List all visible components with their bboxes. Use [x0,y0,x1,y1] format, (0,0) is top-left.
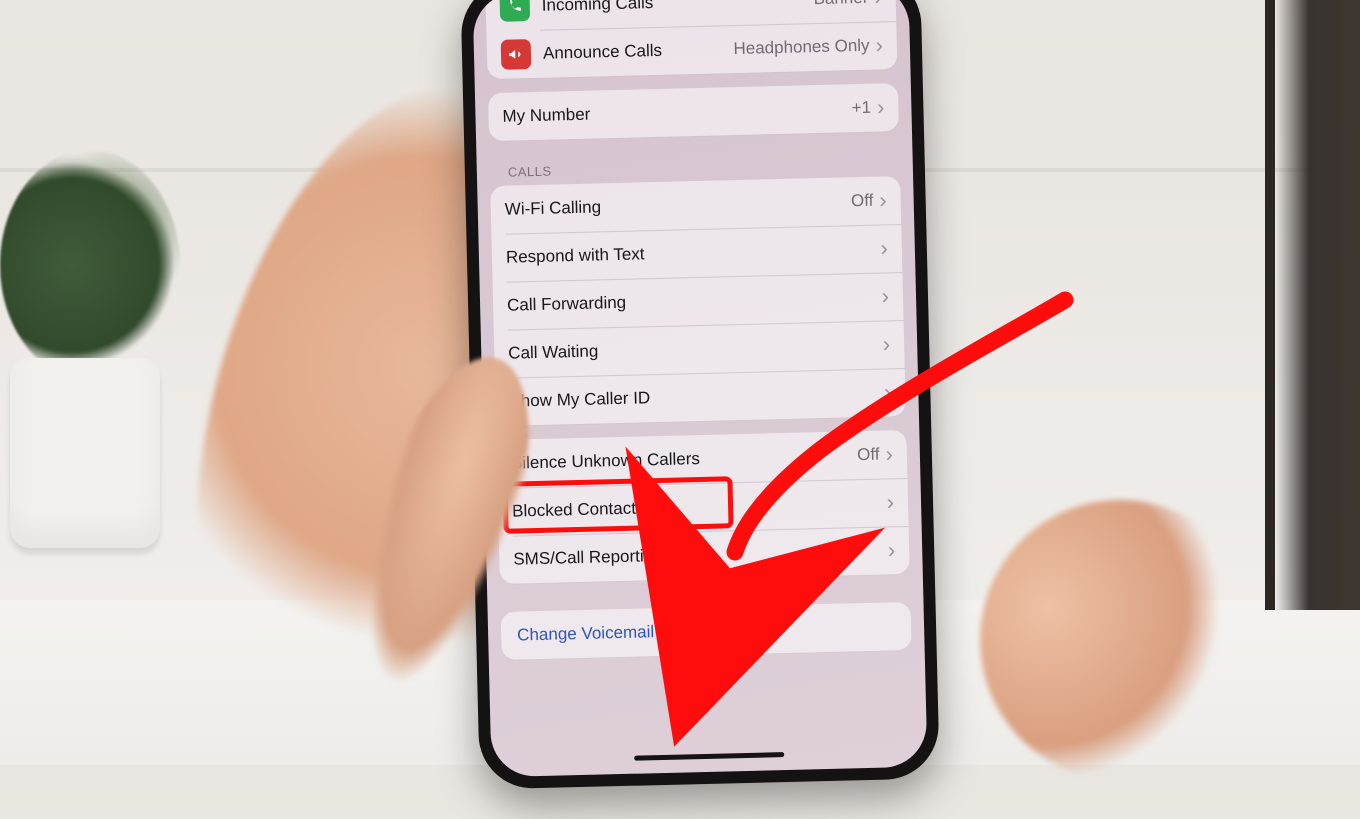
my-number-value: +1 [851,98,871,118]
call-waiting-label: Call Waiting [508,335,883,364]
wifi-calling-label: Wi-Fi Calling [505,191,852,219]
background-plant-pot [10,358,160,548]
row-sms-call-reporting[interactable]: SMS/Call Reporting › [499,526,910,584]
row-show-my-caller-id[interactable]: Show My Caller ID › [495,368,906,426]
call-forwarding-label: Call Forwarding [507,287,882,316]
chevron-right-icon: › [884,381,892,403]
incoming-calls-value: Banner [813,0,868,9]
announce-calls-icon [501,39,532,70]
row-announce-calls[interactable]: Announce Calls Headphones Only › [486,21,897,79]
background-picture-frame [1265,0,1360,610]
background-plant [0,150,180,380]
announce-calls-value: Headphones Only [733,36,870,59]
chevron-right-icon: › [885,443,893,465]
section-header-calls: CALLS [508,155,896,179]
chevron-right-icon: › [875,34,883,56]
settings-group-voicemail: Change Voicemail Password [501,602,912,660]
chevron-right-icon: › [888,539,896,561]
annotation-highlight-box [502,476,733,534]
incoming-calls-icon [499,0,530,22]
show-caller-id-label: Show My Caller ID [509,383,884,412]
home-indicator[interactable] [634,752,784,761]
change-voicemail-password-link[interactable]: Change Voicemail Password [501,602,912,660]
settings-group-calls: Wi-Fi Calling Off › Respond with Text › … [490,176,906,426]
chevron-right-icon: › [883,333,891,355]
announce-calls-label: Announce Calls [543,39,734,64]
settings-group-alerts: Incoming Calls Banner › Announce Calls H… [485,0,897,79]
silence-unknown-label: Silence Unknown Callers [511,445,858,473]
sms-call-reporting-label: SMS/Call Reporting [513,540,888,569]
chevron-right-icon: › [874,0,882,9]
settings-group-silence: Silence Unknown Callers Off › Blocked Co… [496,430,909,584]
chevron-right-icon: › [879,189,887,211]
iphone-screen: Incoming Calls Banner › Announce Calls H… [472,0,927,777]
right-index-finger [941,461,1300,819]
my-number-label: My Number [502,98,852,127]
respond-with-text-label: Respond with Text [506,239,881,268]
chevron-right-icon: › [880,237,888,259]
incoming-calls-label: Incoming Calls [542,0,814,16]
chevron-right-icon: › [886,491,894,513]
chevron-right-icon: › [881,285,889,307]
chevron-right-icon: › [877,96,885,118]
row-my-number[interactable]: My Number +1 › [488,83,899,141]
settings-group-my-number: My Number +1 › [488,83,899,141]
silence-unknown-value: Off [857,445,880,466]
wifi-calling-value: Off [851,191,874,212]
iphone-device: Incoming Calls Banner › Announce Calls H… [460,0,940,789]
